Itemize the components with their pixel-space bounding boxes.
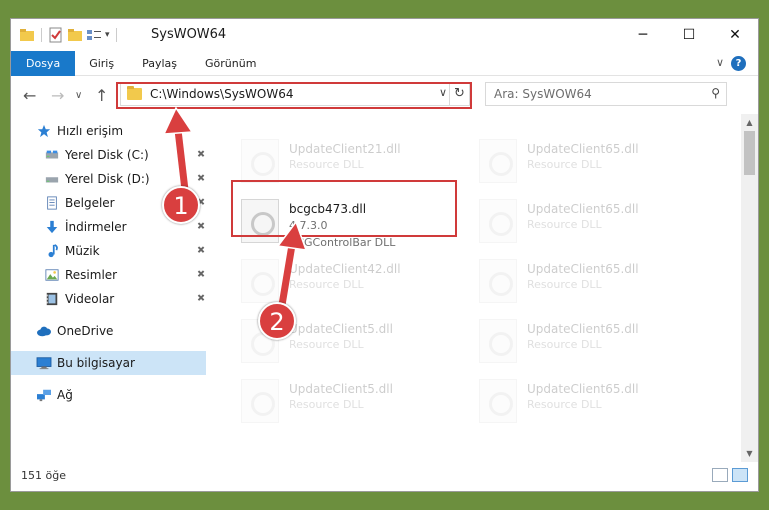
step-badge-2: 2 — [258, 302, 296, 340]
step-badge-1: 1 — [162, 186, 200, 224]
annotation-arrows — [162, 106, 308, 306]
arrow-to-address-bar — [162, 106, 194, 191]
arrow-to-file — [276, 220, 308, 306]
